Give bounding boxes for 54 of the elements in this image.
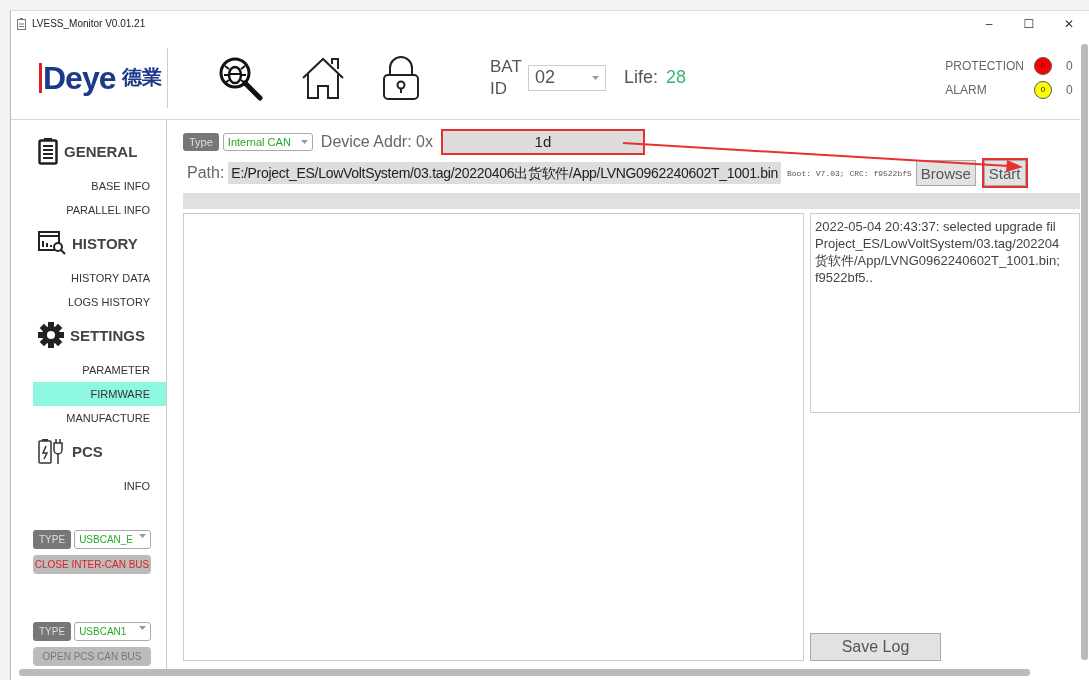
battery-plug-icon (38, 437, 66, 465)
device-address-field[interactable]: 1d (442, 131, 643, 153)
type-label: Type (183, 133, 219, 151)
home-icon (300, 55, 346, 100)
boot-info-text: Boot: V7.03; CRC: f9522bf5 (787, 168, 912, 178)
life-label: Life: (624, 67, 659, 88)
logo-chinese-text: 德業 (121, 64, 162, 91)
indicator-label: ALARM (945, 82, 988, 97)
type-label: TYPE (33, 530, 72, 549)
gear-icon (38, 322, 64, 348)
window-control[interactable]: – (969, 16, 1009, 31)
sidebar-item[interactable]: PARALLEL INFO (33, 198, 166, 222)
log-line: Project_ES/LowVoltSystem/03.tag/202204 (815, 235, 1061, 252)
app-icon (17, 17, 26, 30)
indicator-value: 0 (1066, 58, 1074, 73)
device-addr-label: Device Addr: 0x (320, 133, 433, 151)
save-log-button[interactable]: Save Log (810, 633, 941, 661)
section-heading: HISTORY (72, 234, 138, 252)
battery-icon (38, 137, 58, 165)
sidebar-item[interactable]: MANUFACTURE (33, 406, 166, 430)
dropdown-caret-icon (592, 75, 599, 80)
status-dot: 0 (1034, 56, 1052, 75)
sidebar-item[interactable]: INFO (33, 474, 166, 498)
bat-id-label: BAT ID (490, 55, 523, 100)
dropdown-caret-icon (139, 626, 146, 630)
window-control[interactable]: ☐ (1009, 16, 1049, 31)
section-heading: PCS (72, 442, 103, 460)
sidebar-item[interactable]: HISTORY DATA (33, 266, 166, 290)
sidebar-item[interactable]: BASE INFO (33, 174, 166, 198)
padlock-icon (382, 54, 420, 101)
indicator-value: 0 (1066, 82, 1074, 97)
type-label: TYPE (33, 622, 72, 641)
log-line: 货软件/App/LVNG0962240602T_1001.bin; (815, 252, 1061, 269)
log-line: f9522bf5.. (815, 269, 874, 286)
dropdown-caret-icon (139, 534, 146, 538)
chart-search-icon (38, 231, 66, 255)
horizontal-scrollbar[interactable] (19, 669, 1030, 676)
window-title: LVESS_Monitor V0.01.21 (32, 18, 146, 29)
life-value: 28 (666, 67, 687, 88)
status-dot: 0 (1034, 80, 1052, 99)
file-path-field[interactable]: E:/Project_ES/LowVoltSystem/03.tag/20220406出货软件/App/LVNG0962240602T_1001.bin (228, 162, 781, 184)
section-heading: SETTINGS (70, 326, 145, 344)
dropdown-caret-icon (300, 140, 308, 144)
window-control[interactable]: ✕ (1049, 16, 1089, 31)
log-line: 2022-05-04 20:43:37: selected upgrade fil (815, 218, 1057, 235)
vertical-scrollbar[interactable] (1081, 44, 1088, 660)
sidebar-item[interactable]: PARAMETER (33, 358, 166, 382)
sidebar-item[interactable]: LOGS HISTORY (33, 290, 166, 314)
browse-button[interactable]: Browse (915, 160, 976, 186)
sidebar-item[interactable]: FIRMWARE (33, 382, 166, 406)
bat-id-dropdown[interactable]: 02 (528, 64, 606, 91)
section-heading: GENERAL (64, 142, 138, 160)
indicator-label: PROTECTION (945, 58, 1024, 73)
path-label: Path: (187, 164, 225, 182)
